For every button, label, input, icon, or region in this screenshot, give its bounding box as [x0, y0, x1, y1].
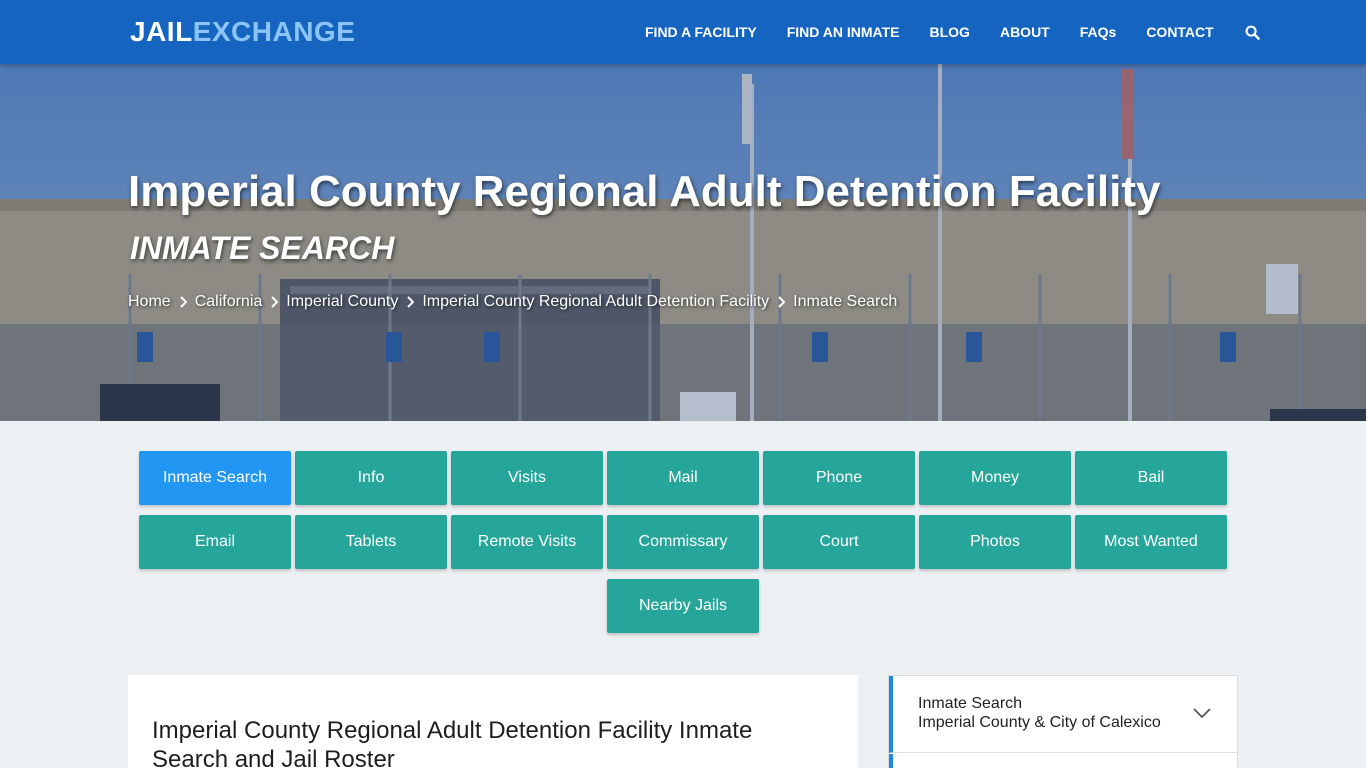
chevron-right-icon [171, 294, 195, 310]
breadcrumb-facility[interactable]: Imperial County Regional Adult Detention… [422, 293, 769, 311]
breadcrumb-home[interactable]: Home [128, 293, 171, 311]
tab-visits[interactable]: Visits [451, 451, 603, 505]
breadcrumb-current: Inmate Search [793, 293, 898, 310]
breadcrumb: Home California Imperial County Imperial… [128, 293, 897, 311]
tab-money[interactable]: Money [919, 451, 1071, 505]
breadcrumb-california[interactable]: California [195, 293, 263, 311]
logo-part-1: JAIL [130, 16, 193, 47]
tab-mail[interactable]: Mail [607, 451, 759, 505]
page-title: Imperial County Regional Adult Detention… [128, 167, 1161, 216]
breadcrumb-county[interactable]: Imperial County [286, 293, 398, 311]
content-heading: Imperial County Regional Adult Detention… [152, 717, 753, 768]
tab-remote-visits[interactable]: Remote Visits [451, 515, 603, 569]
tab-photos[interactable]: Photos [919, 515, 1071, 569]
sidebar: Inmate Search Imperial County & City of … [888, 675, 1238, 768]
tab-inmate-search[interactable]: Inmate Search [139, 451, 291, 505]
sidebar-item-subtitle: Imperial County & City of Calexico [918, 714, 1161, 731]
nav-find-an-inmate[interactable]: FIND AN INMATE [772, 0, 915, 64]
main-nav: FIND A FACILITY FIND AN INMATE BLOG ABOU… [630, 0, 1273, 64]
nav-blog[interactable]: BLOG [915, 0, 985, 64]
nav-faqs[interactable]: FAQs [1065, 0, 1132, 64]
sidebar-accordion-inmate-search[interactable]: Inmate Search Imperial County & City of … [889, 676, 1238, 753]
tab-tablets[interactable]: Tablets [295, 515, 447, 569]
chevron-down-icon[interactable] [1193, 706, 1211, 724]
nav-about[interactable]: ABOUT [985, 0, 1065, 64]
sidebar-accent-bar [889, 754, 893, 768]
page-subtitle: INMATE SEARCH [130, 230, 395, 266]
content-card: Imperial County Regional Adult Detention… [128, 675, 858, 768]
logo-part-2: EXCHANGE [192, 16, 356, 47]
top-navbar: JAILEXCHANGE FIND A FACILITY FIND AN INM… [0, 0, 1366, 64]
hero-banner: Imperial County Regional Adult Detention… [0, 64, 1366, 421]
sidebar-item-title: Inmate Search [918, 695, 1023, 712]
chevron-right-icon [262, 294, 286, 310]
tab-nearby-jails[interactable]: Nearby Jails [607, 579, 759, 633]
tab-most-wanted[interactable]: Most Wanted [1075, 515, 1227, 569]
tab-court[interactable]: Court [763, 515, 915, 569]
tab-phone[interactable]: Phone [763, 451, 915, 505]
tab-bail[interactable]: Bail [1075, 451, 1227, 505]
chevron-right-icon [398, 294, 422, 310]
search-icon[interactable] [1233, 0, 1273, 64]
tab-commissary[interactable]: Commissary [607, 515, 759, 569]
nav-find-a-facility[interactable]: FIND A FACILITY [630, 0, 772, 64]
tab-email[interactable]: Email [139, 515, 291, 569]
chevron-right-icon [769, 294, 793, 310]
tab-info[interactable]: Info [295, 451, 447, 505]
nav-contact[interactable]: CONTACT [1131, 0, 1228, 64]
jailexchange-logo[interactable]: JAILEXCHANGE [130, 16, 355, 48]
